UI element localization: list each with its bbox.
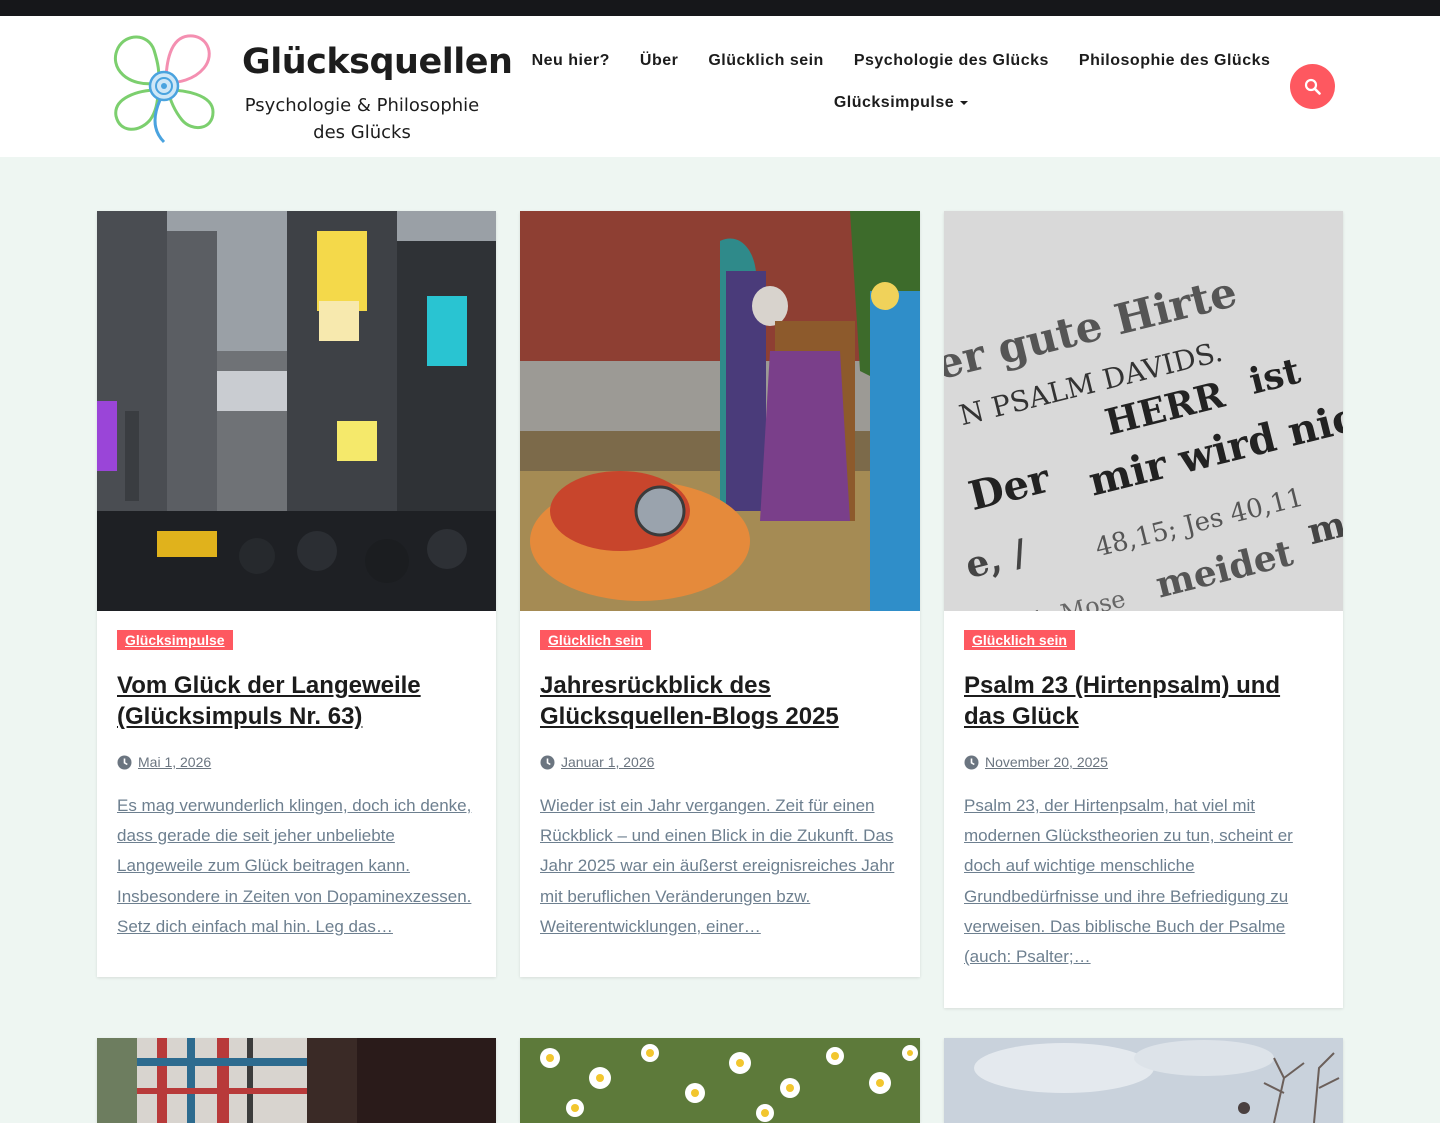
post-card: Glücklich sein Jahresrückblick des Glück… — [520, 211, 920, 977]
post-card — [520, 1038, 920, 1123]
logo-title: Glücksquellen — [242, 42, 513, 82]
post-excerpt[interactable]: Es mag verwunderlich klingen, doch ich d… — [117, 791, 477, 942]
post-title[interactable]: Psalm 23 (Hirtenpsalm) und das Glück — [964, 670, 1324, 732]
post-card — [944, 1038, 1343, 1123]
post-date[interactable]: Januar 1, 2026 — [561, 754, 654, 770]
clock-icon — [117, 755, 132, 769]
post-title[interactable]: Vom Glück der Langeweile (Glücksimpuls N… — [117, 670, 477, 732]
post-excerpt[interactable]: Wieder ist ein Jahr vergangen. Zeit für … — [540, 791, 900, 942]
nav-item-gluecksimpulse-label: Glücksimpulse — [833, 94, 955, 111]
post-image-times-square[interactable] — [97, 211, 496, 611]
nav-item-ueber[interactable]: Über — [625, 46, 693, 76]
post-category-badge[interactable]: Glücklich sein — [540, 630, 651, 650]
nav-item-gluecklich-sein[interactable]: Glücklich sein — [693, 46, 838, 76]
nav-item-gluecksimpulse[interactable]: Glücksimpulse — [819, 88, 983, 118]
post-card — [97, 1038, 496, 1123]
search-icon — [1304, 78, 1321, 95]
post-card: Glücksimpulse Vom Glück der Langeweile (… — [97, 211, 496, 977]
site-header: Glücksquellen Psychologie & Philosophie … — [0, 16, 1440, 157]
post-image-chamomile[interactable] — [520, 1038, 920, 1123]
main-nav: Neu hier? Über Glücklich sein Psychologi… — [517, 46, 1285, 118]
post-category-badge[interactable]: Glücksimpulse — [117, 630, 233, 650]
caret-down-icon — [960, 100, 969, 105]
post-image-scarf[interactable] — [97, 1038, 496, 1123]
post-image-sky-trees[interactable] — [944, 1038, 1343, 1123]
post-date[interactable]: Mai 1, 2026 — [138, 754, 211, 770]
logo-subtitle-line2: des Glücks — [313, 122, 411, 143]
logo-subtitle: Psychologie & Philosophie des Glücks — [240, 92, 484, 146]
site-logo[interactable]: Glücksquellen Psychologie & Philosophie … — [108, 28, 513, 146]
post-image-nativity-figures[interactable] — [520, 211, 920, 611]
top-bar — [0, 0, 1440, 16]
post-card-body: Glücksimpulse Vom Glück der Langeweile (… — [117, 630, 477, 942]
post-date[interactable]: November 20, 2025 — [985, 754, 1108, 770]
post-meta: Mai 1, 2026 — [117, 754, 477, 770]
nav-item-psychologie[interactable]: Psychologie des Glücks — [839, 46, 1064, 76]
clock-icon — [964, 755, 979, 769]
clover-logo-icon — [113, 34, 215, 144]
post-title[interactable]: Jahresrückblick des Glücksquellen-Blogs … — [540, 670, 900, 732]
post-meta: Januar 1, 2026 — [540, 754, 900, 770]
post-card-body: Glücklich sein Jahresrückblick des Glück… — [540, 630, 900, 942]
clock-icon — [540, 755, 555, 769]
nav-item-neu-hier[interactable]: Neu hier? — [517, 46, 625, 76]
logo-subtitle-line1: Psychologie & Philosophie — [244, 95, 480, 116]
post-card-body: Glücklich sein Psalm 23 (Hirtenpsalm) un… — [964, 630, 1324, 972]
post-meta: November 20, 2025 — [964, 754, 1324, 770]
nav-item-philosophie[interactable]: Philosophie des Glücks — [1064, 46, 1286, 76]
post-card: er gute Hirte N PSALM DAVIDS. HERR ist D… — [944, 211, 1343, 1008]
post-category-badge[interactable]: Glücklich sein — [964, 630, 1075, 650]
post-excerpt[interactable]: Psalm 23, der Hirtenpsalm, hat viel mit … — [964, 791, 1324, 972]
post-image-psalm-text[interactable]: er gute Hirte N PSALM DAVIDS. HERR ist D… — [944, 211, 1343, 611]
search-button[interactable] — [1290, 64, 1335, 109]
